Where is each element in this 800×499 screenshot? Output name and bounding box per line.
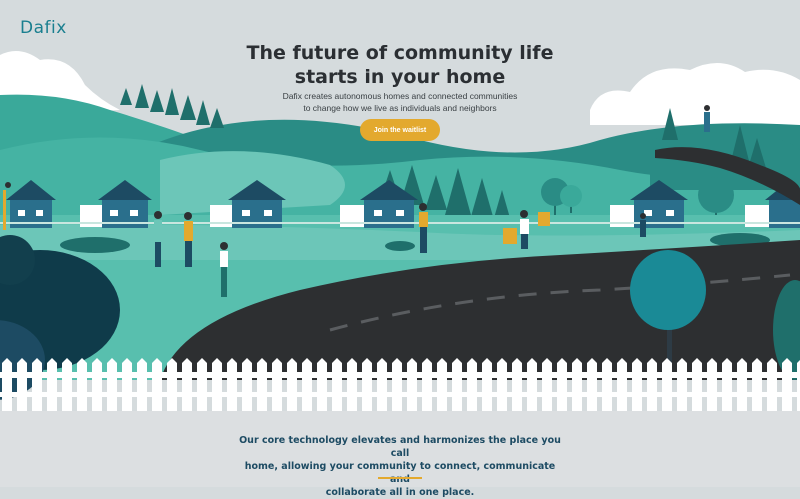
fence-picket: [302, 358, 312, 411]
mission-line: Our core technology elevates and harmoni…: [239, 435, 561, 459]
fence-picket: [617, 358, 627, 411]
fence-picket: [107, 358, 117, 411]
fence-picket: [692, 358, 702, 411]
fence-picket: [677, 358, 687, 411]
fence-picket: [602, 358, 612, 411]
fence-picket: [362, 358, 372, 411]
fence-picket: [242, 358, 252, 411]
fence-picket: [497, 358, 507, 411]
hero-subtitle-line: Dafix creates autonomous homes and conne…: [282, 91, 518, 101]
fence-picket: [182, 358, 192, 411]
fence-picket: [77, 358, 87, 411]
fence-picket: [527, 358, 537, 411]
brand-logo[interactable]: Dafix: [20, 18, 67, 38]
hero-title-line: starts in your home: [294, 66, 506, 88]
fence-picket: [32, 358, 42, 411]
fence-picket: [587, 358, 597, 411]
fence-picket: [272, 358, 282, 411]
fence-picket: [467, 358, 477, 411]
accent-divider: [378, 477, 422, 479]
fence-picket: [332, 358, 342, 411]
fence-picket: [377, 358, 387, 411]
fence-picket: [287, 358, 297, 411]
fence-picket: [197, 358, 207, 411]
fence-picket: [212, 358, 222, 411]
fence-picket: [17, 358, 27, 411]
fence-picket: [662, 358, 672, 411]
fence-picket: [437, 358, 447, 411]
fence-picket: [137, 358, 147, 411]
mission-statement: Our core technology elevates and harmoni…: [236, 434, 564, 499]
hero-title: The future of community life starts in y…: [200, 41, 600, 89]
fence-picket: [512, 358, 522, 411]
fence-picket: [482, 358, 492, 411]
fence-picket: [782, 358, 792, 411]
fence-picket: [227, 358, 237, 411]
fence-picket: [422, 358, 432, 411]
hero-subtitle-line: to change how we live as individuals and…: [303, 103, 497, 113]
fence-picket: [632, 358, 642, 411]
fence-picket: [737, 358, 747, 411]
fence-picket: [452, 358, 462, 411]
person: [704, 105, 710, 132]
mission-line: collaborate all in one place.: [325, 487, 475, 498]
fence-picket: [62, 358, 72, 411]
fence-picket: [752, 358, 762, 411]
fence-picket: [317, 358, 327, 411]
fence-picket: [542, 358, 552, 411]
hero-subtitle: Dafix creates autonomous homes and conne…: [250, 90, 550, 114]
fence-picket: [392, 358, 402, 411]
person: [640, 213, 646, 237]
fence-picket: [647, 358, 657, 411]
fence-picket: [557, 358, 567, 411]
join-waitlist-button[interactable]: Join the waitlist: [360, 119, 440, 141]
fence-picket: [47, 358, 57, 411]
fence-picket: [572, 358, 582, 411]
fence-picket: [92, 358, 102, 411]
fence-picket: [347, 358, 357, 411]
hero-title-line: The future of community life: [246, 42, 554, 64]
fence-picket: [707, 358, 717, 411]
mission-line: home, allowing your community to connect…: [244, 461, 556, 485]
fence-picket: [257, 358, 267, 411]
fence-picket: [2, 358, 12, 411]
fence-picket: [122, 358, 132, 411]
fence-picket: [152, 358, 162, 411]
fence-picket: [722, 358, 732, 411]
distant-fence: [0, 222, 800, 224]
fence-picket: [167, 358, 177, 411]
fence-picket: [767, 358, 777, 411]
fence-picket: [407, 358, 417, 411]
